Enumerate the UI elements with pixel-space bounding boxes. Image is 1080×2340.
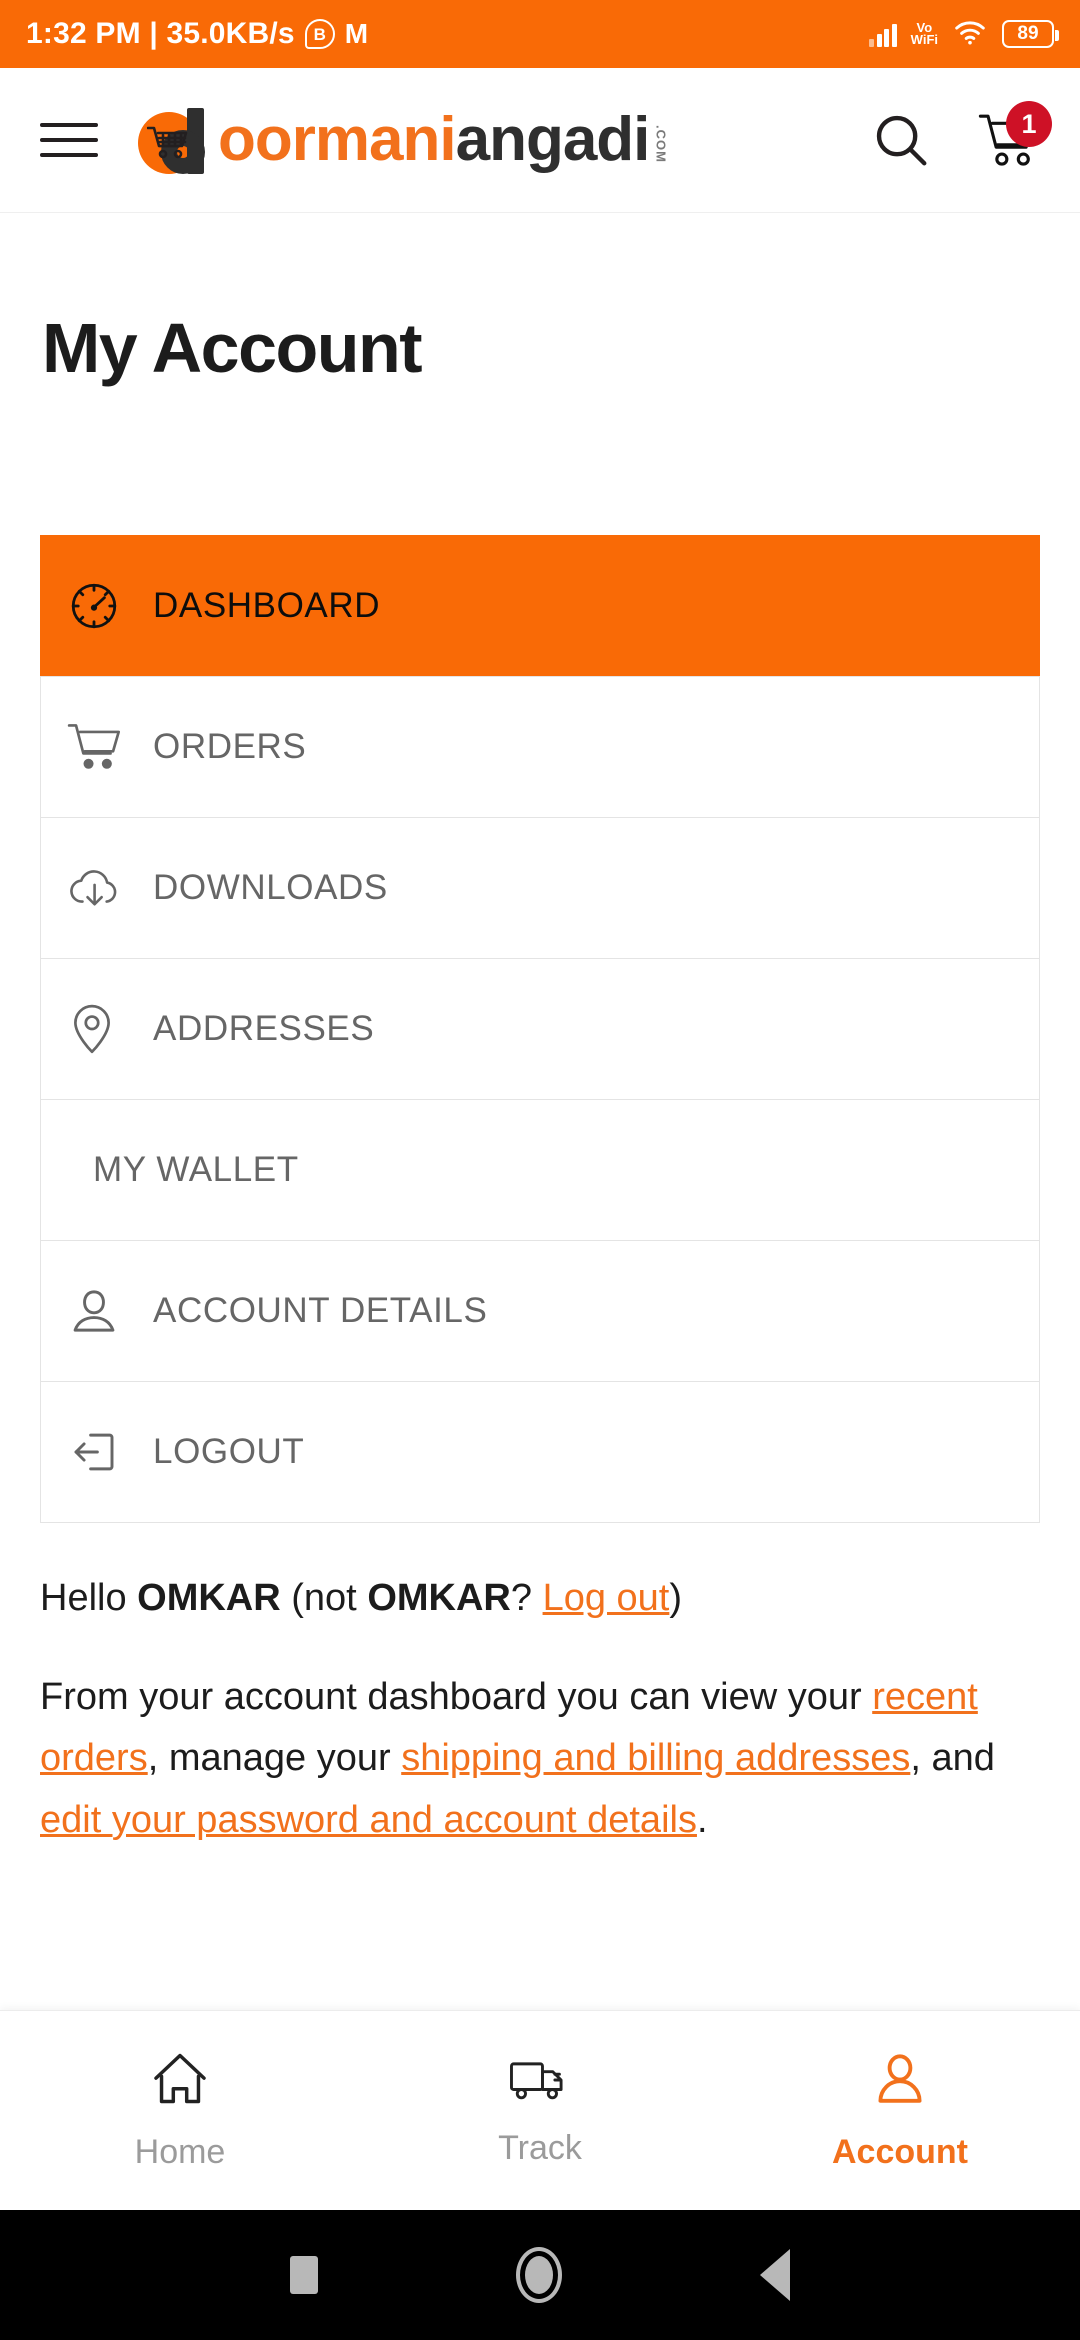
greeting-mid: (not <box>280 1577 368 1619</box>
home-icon <box>149 2050 211 2115</box>
sidebar-item-downloads[interactable]: DOWNLOADS <box>41 817 1039 958</box>
cellular-signal-icon <box>869 21 897 47</box>
user-name-confirm: OMKAR <box>367 1577 511 1619</box>
tab-label: Home <box>134 2132 226 2171</box>
cart-count-badge: 1 <box>1006 101 1052 147</box>
greeting-text: Hello OMKAR (not OMKAR? Log out) <box>40 1575 1040 1623</box>
sidebar-item-label: DASHBOARD <box>153 585 381 625</box>
android-nav-bar <box>0 2210 1080 2340</box>
back-triangle-icon[interactable] <box>760 2249 790 2301</box>
logo-tld: .COM <box>653 125 669 164</box>
user-name: OMKAR <box>137 1577 281 1619</box>
dashboard-description: From your account dashboard you can view… <box>40 1667 1040 1852</box>
logout-icon <box>67 1425 153 1479</box>
desc-text-3: , and <box>910 1737 995 1780</box>
desc-text-2: , manage your <box>147 1737 402 1780</box>
log-out-link[interactable]: Log out <box>543 1577 670 1619</box>
header-actions: 1 <box>870 101 1052 171</box>
account-nav-list: DASHBOARD ORDERS DOWNLOADS ADDRESSES MY … <box>40 535 1040 1523</box>
site-logo[interactable]: oormani angadi .COM <box>138 106 668 174</box>
desc-text-1: From your account dashboard you can view… <box>40 1675 873 1718</box>
cloud-download-icon <box>67 863 153 913</box>
status-bar-left: 1:32 PM | 35.0KB/s B M <box>26 17 368 51</box>
greeting-question: ? <box>510 1577 543 1619</box>
app-header: oormani angadi .COM 1 <box>0 68 1080 213</box>
location-pin-icon <box>67 1002 153 1056</box>
cart-icon[interactable]: 1 <box>978 101 1052 171</box>
greeting-suffix: ) <box>669 1577 683 1619</box>
person-icon <box>871 2050 929 2115</box>
sidebar-item-label: ORDERS <box>153 727 307 766</box>
sidebar-item-label: DOWNLOADS <box>153 868 388 907</box>
sidebar-item-label: ACCOUNT DETAILS <box>153 1291 488 1330</box>
page-title: My Account <box>42 309 423 387</box>
person-icon <box>67 1284 153 1338</box>
edit-account-link[interactable]: edit your password and account details <box>40 1799 697 1841</box>
sidebar-item-my-wallet[interactable]: MY WALLET <box>41 1099 1039 1240</box>
tab-label: Account <box>832 2132 968 2171</box>
sidebar-item-label: ADDRESSES <box>153 1009 375 1048</box>
volte-wifi-icon: Vo WiFi <box>910 21 938 47</box>
bottom-tab-bar: Home Track Account <box>0 2010 1080 2210</box>
android-status-bar: 1:32 PM | 35.0KB/s B M Vo WiFi 89 <box>0 0 1080 68</box>
recents-square-icon[interactable] <box>290 2256 318 2294</box>
sidebar-item-orders[interactable]: ORDERS <box>41 676 1039 817</box>
bluetooth-icon: B <box>304 19 335 49</box>
sidebar-item-addresses[interactable]: ADDRESSES <box>41 958 1039 1099</box>
tab-home[interactable]: Home <box>0 2050 360 2172</box>
status-bar-right: Vo WiFi 89 <box>869 18 1059 51</box>
battery-percent: 89 <box>1017 23 1039 44</box>
sidebar-item-dashboard[interactable]: DASHBOARD <box>40 535 1040 676</box>
search-icon[interactable] <box>870 109 932 171</box>
cart-icon <box>67 721 153 773</box>
home-circle-icon[interactable] <box>516 2247 562 2303</box>
sidebar-item-logout[interactable]: LOGOUT <box>41 1381 1039 1522</box>
addresses-link[interactable]: shipping and billing addresses <box>401 1737 910 1779</box>
app-screen: 1:32 PM | 35.0KB/s B M Vo WiFi 89 oorman… <box>0 0 1080 2340</box>
main-content: My Account DASHBOARD ORDERS DOWNLOADS AD… <box>0 213 1080 2010</box>
truck-icon <box>509 2054 571 2111</box>
logo-text-part2: angadi <box>455 104 651 174</box>
sidebar-item-label: LOGOUT <box>153 1432 305 1471</box>
tab-account[interactable]: Account <box>720 2050 1080 2172</box>
wifi-icon <box>952 18 988 51</box>
logo-wordmark: oormani angadi .COM <box>218 104 669 174</box>
desc-text-4: . <box>696 1798 708 1841</box>
status-clock: 1:32 PM | 35.0KB/s <box>26 17 295 50</box>
battery-icon: 89 <box>1002 20 1059 48</box>
tab-track[interactable]: Track <box>360 2054 720 2168</box>
sidebar-item-account-details[interactable]: ACCOUNT DETAILS <box>41 1240 1039 1381</box>
greeting-prefix: Hello <box>40 1577 138 1619</box>
sidebar-item-label: MY WALLET <box>93 1150 299 1189</box>
hamburger-menu-icon[interactable] <box>40 123 98 157</box>
logo-cart-mark-icon <box>138 106 224 174</box>
gmail-icon: M <box>344 18 369 49</box>
dashboard-gauge-icon <box>67 579 153 633</box>
logo-text-part1: oormani <box>218 104 457 174</box>
tab-label: Track <box>498 2128 582 2167</box>
wifi-calling-label: WiFi <box>910 32 938 47</box>
